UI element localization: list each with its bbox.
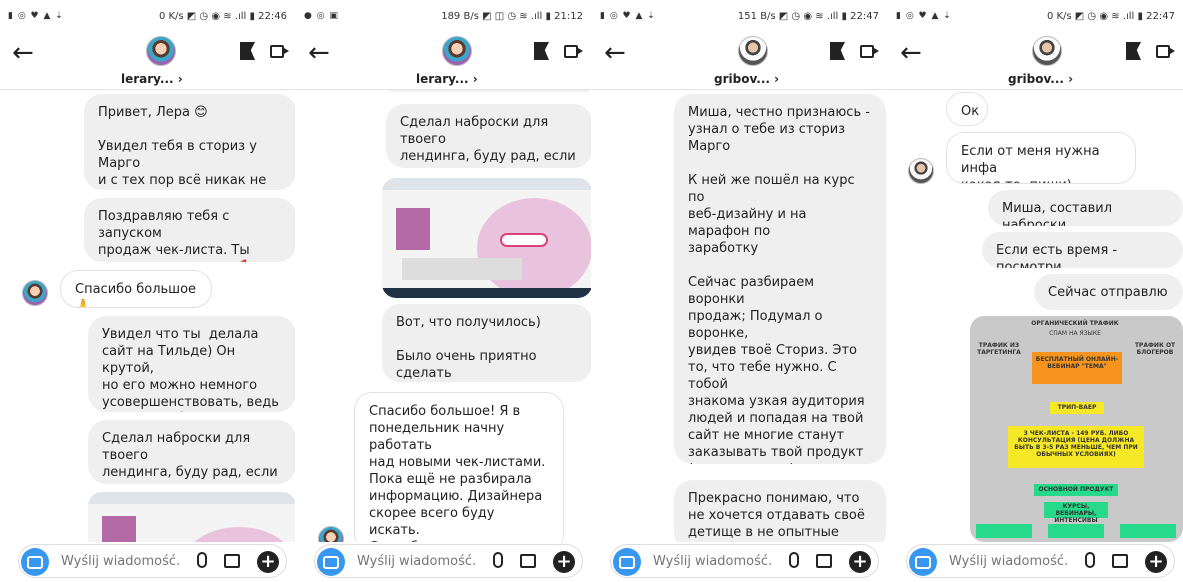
composer-box: + — [314, 544, 583, 578]
microphone-icon[interactable] — [1085, 552, 1095, 568]
funnel-label: ТРАФИК ОТ БЛОГЕРОВ — [1134, 342, 1176, 356]
composer: + — [888, 542, 1183, 582]
composer: + — [0, 542, 295, 582]
flag-icon[interactable] — [830, 42, 845, 60]
sender-avatar — [908, 158, 934, 184]
gallery-icon[interactable] — [520, 554, 536, 568]
message-bubble-sent: Если есть время - посмотри — [982, 232, 1183, 268]
microphone-icon[interactable] — [493, 552, 503, 568]
video-call-icon[interactable] — [1156, 45, 1175, 58]
gallery-icon[interactable] — [224, 554, 240, 568]
microphone-icon[interactable] — [197, 552, 207, 568]
message-bubble-sent: Сделал наброски для твоего лендинга, буд… — [386, 104, 591, 168]
avatar[interactable] — [1032, 36, 1062, 66]
chat-panel-2: ● ◎ ▣ 189 B/s ◩ ◫ ◷ ≋ .ıll ▮ 21:12 ← lera… — [296, 0, 591, 582]
microphone-icon[interactable] — [789, 552, 799, 568]
avatar[interactable] — [738, 36, 768, 66]
flag-icon[interactable] — [1126, 42, 1141, 60]
message-bubble-sent: Увидел что ты делала сайт на Тильде) Он … — [88, 316, 295, 412]
sender-avatar — [318, 526, 344, 542]
funnel-main-product-box: ОСНОВНОЙ ПРОДУКТ — [1034, 484, 1118, 496]
funnel-option-box — [1048, 524, 1104, 538]
message-bubble-sent: Вот, что получилось) Было очень приятно … — [382, 304, 591, 382]
funnel-option-box — [1120, 524, 1176, 538]
message-bubble-sent: Миша, составил наброски — [988, 190, 1183, 226]
message-bubble-sent: Миша, честно признаюсь - узнал о тебе из… — [674, 94, 886, 464]
status-bar: ▮ ◎ ♥ ▲ ⇣ 0 K/s ◩ ◷ ◉ ≋ .ıll ▮ 22:47 — [896, 10, 1175, 22]
back-arrow-icon[interactable]: ← — [12, 40, 34, 66]
funnel-webinar-box: БЕСПЛАТНЫЙ ОНЛАЙН-ВЕБИНАР "ТЕМА" — [1032, 352, 1122, 384]
camera-icon[interactable] — [613, 548, 641, 576]
username-label[interactable]: lerary... › — [121, 72, 183, 86]
image-attachment[interactable] — [88, 492, 295, 542]
video-call-icon[interactable] — [270, 45, 289, 58]
message-bubble-sent: Прекрасно понимаю, что не хочется отдава… — [674, 480, 886, 542]
status-bar: ▮ ◎ ♥ ▲ ⇣ 151 B/s ◩ ◷ ◉ ≋ .ıll ▮ 22:47 — [600, 10, 879, 22]
plus-icon[interactable]: + — [849, 551, 871, 573]
funnel-courses-box: КУРСЫ, ВЕБИНАРЫ, ИНТЕНСИВЫ — [1044, 502, 1108, 524]
status-bar: ● ◎ ▣ 189 B/s ◩ ◫ ◷ ≋ .ıll ▮ 21:12 — [304, 10, 583, 22]
composer-box: + — [610, 544, 879, 578]
message-bubble-sent: Сделал наброски для твоего лендинга, буд… — [88, 420, 295, 484]
avatar[interactable] — [146, 36, 176, 66]
funnel-diagram-image[interactable]: ОРГАНИЧЕСКИЙ ТРАФИК СПАМ НА ЯЗЫКЕ ТРАФИК… — [970, 316, 1183, 542]
username-label[interactable]: gribov... › — [1008, 72, 1073, 86]
message-bubble-sent: Привет, Лера 😊 Увидел тебя в сториз у Ма… — [84, 94, 295, 190]
username-label[interactable]: lerary... › — [416, 72, 478, 86]
flag-icon[interactable] — [240, 42, 255, 60]
funnel-label: ОРГАНИЧЕСКИЙ ТРАФИК — [1031, 320, 1119, 327]
message-input[interactable] — [61, 554, 181, 569]
status-bar: ▮ ◎ ♥ ▲ ⇣ 0 K/s ◩ ◷ ◉ ≋ .ıll ▮ 22:46 — [8, 10, 287, 22]
camera-icon[interactable] — [21, 548, 49, 576]
back-arrow-icon[interactable]: ← — [604, 40, 626, 66]
chat-panel-1: ▮ ◎ ♥ ▲ ⇣ 0 K/s ◩ ◷ ◉ ≋ .ıll ▮ 22:46 ← le… — [0, 0, 295, 582]
message-input[interactable] — [357, 554, 477, 569]
funnel-tripwire-box: ТРИП-ВАЕР — [1050, 402, 1104, 414]
message-list: Привет, Лера 😊 Увидел тебя в сториз у Ма… — [0, 90, 295, 542]
message-bubble-received: Спасибо большое! Я в понедельник начну р… — [354, 392, 564, 542]
chat-panel-4: ▮ ◎ ♥ ▲ ⇣ 0 K/s ◩ ◷ ◉ ≋ .ıll ▮ 22:47 ← gr… — [888, 0, 1183, 582]
chat-header: ← lerary... › — [296, 32, 591, 90]
avatar[interactable] — [442, 36, 472, 66]
gallery-icon[interactable] — [816, 554, 832, 568]
image-attachment[interactable] — [382, 178, 591, 298]
message-input[interactable] — [949, 554, 1069, 569]
composer-box: + — [906, 544, 1175, 578]
plus-icon[interactable]: + — [257, 551, 279, 573]
message-input[interactable] — [653, 554, 773, 569]
chat-header: ← gribov... › — [888, 32, 1183, 90]
plus-icon[interactable]: + — [1145, 551, 1167, 573]
composer: + — [296, 542, 591, 582]
funnel-checklist-box: 3 ЧЕК-ЛИСТА - 149 РУБ. ЛИБО КОНСУЛЬТАЦИЯ… — [1008, 426, 1144, 468]
message-bubble-sent: Поздравляю тебя с запуском продаж чек-ли… — [84, 198, 295, 262]
username-label[interactable]: gribov... › — [714, 72, 779, 86]
video-call-icon[interactable] — [860, 45, 879, 58]
message-list: Миша, честно признаюсь - узнал о тебе из… — [592, 90, 887, 542]
camera-icon[interactable] — [317, 548, 345, 576]
composer-box: + — [18, 544, 287, 578]
chat-panel-3: ▮ ◎ ♥ ▲ ⇣ 151 B/s ◩ ◷ ◉ ≋ .ıll ▮ 22:47 ← … — [592, 0, 887, 582]
sender-avatar — [22, 280, 48, 306]
back-arrow-icon[interactable]: ← — [900, 40, 922, 66]
flag-icon[interactable] — [534, 42, 549, 60]
message-bubble-received: Если от меня нужна инфа какая-то- пиши) — [946, 132, 1136, 184]
chat-header: ← gribov... › — [592, 32, 887, 90]
video-call-icon[interactable] — [564, 45, 583, 58]
funnel-option-box — [976, 524, 1032, 538]
message-list: Ок Если от меня нужна инфа какая-то- пиш… — [888, 90, 1183, 542]
camera-icon[interactable] — [909, 548, 937, 576]
plus-icon[interactable]: + — [553, 551, 575, 573]
message-bubble-sent: Сейчас отправлю — [1034, 274, 1183, 310]
message-bubble-sent — [386, 90, 591, 92]
funnel-label: ТРАФИК ИЗ ТАРГЕТИНГА — [977, 342, 1021, 356]
chat-header: ← lerary... › — [0, 32, 295, 90]
message-list: Сделал наброски для твоего лендинга, буд… — [296, 90, 591, 542]
gallery-icon[interactable] — [1112, 554, 1128, 568]
composer: + — [592, 542, 887, 582]
funnel-label: СПАМ НА ЯЗЫКЕ — [1049, 330, 1101, 337]
back-arrow-icon[interactable]: ← — [308, 40, 330, 66]
message-bubble-received: Ок — [946, 92, 988, 126]
message-bubble-received: Спасибо большое🙏 — [60, 270, 212, 308]
